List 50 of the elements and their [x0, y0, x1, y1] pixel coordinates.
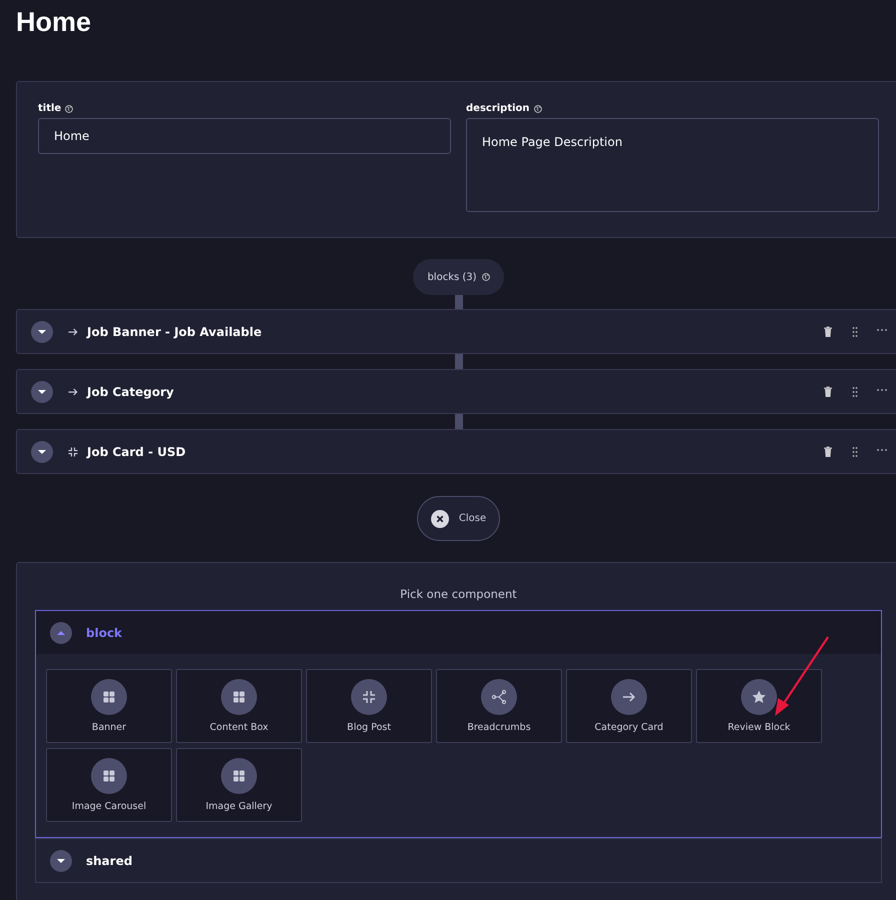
arrow-icon	[67, 386, 79, 398]
caret-icon	[38, 328, 46, 334]
globe-icon	[65, 104, 74, 112]
share-icon	[481, 679, 517, 715]
block-name: Job Banner - Job Available	[87, 324, 263, 338]
text-area[interactable]: Home Page Description	[466, 118, 879, 212]
grid-icon	[221, 679, 257, 715]
component-tile[interactable]: Content Box	[176, 669, 302, 743]
expand-toggle[interactable]	[50, 850, 72, 872]
expand-toggle[interactable]	[31, 320, 53, 342]
component-tile[interactable]: Breadcrumbs	[436, 669, 562, 743]
grid-icon	[221, 758, 257, 794]
component-tile[interactable]: Image Carousel	[46, 748, 172, 822]
block-name: Job Category	[87, 384, 175, 398]
trash-icon[interactable]	[822, 326, 834, 338]
grid-icon	[91, 679, 127, 715]
close-icon	[430, 510, 449, 528]
globe-icon	[482, 273, 490, 281]
block-name: Job Card - USD	[87, 444, 187, 458]
component-tile[interactable]: Image Gallery	[176, 748, 302, 822]
trash-icon[interactable]	[822, 386, 834, 398]
component-tile[interactable]: Blog Post	[306, 669, 432, 743]
component-tile[interactable]: Review Block	[696, 669, 822, 743]
block-row[interactable]: Job Card - USD	[16, 429, 896, 474]
caret-icon	[57, 630, 65, 636]
field-label: title	[38, 103, 62, 114]
caret-icon	[57, 858, 65, 864]
block-row[interactable]: Job Category	[16, 369, 896, 414]
globe-icon	[534, 104, 542, 112]
input-field[interactable]: Home	[38, 118, 451, 154]
grid-icon	[91, 758, 127, 794]
block-row[interactable]: Job Banner - Job Available	[16, 309, 896, 354]
compress-icon	[351, 679, 387, 715]
caret-icon	[38, 388, 46, 394]
caret-icon	[38, 448, 46, 454]
blocks-count: blocks (3)	[427, 272, 477, 282]
arrow-icon	[67, 326, 79, 338]
page-title: Home	[16, 6, 92, 39]
component-tile[interactable]: Banner	[46, 669, 172, 743]
compress-icon	[67, 446, 79, 458]
component-tile[interactable]: Category Card	[566, 669, 692, 743]
expand-toggle[interactable]	[31, 380, 53, 402]
expand-toggle[interactable]	[31, 440, 53, 462]
picker-title: Pick one component	[399, 587, 518, 601]
close-button[interactable]: Close	[416, 496, 500, 541]
field-label: description	[466, 103, 530, 114]
group-name[interactable]: block	[86, 626, 122, 640]
expand-toggle[interactable]	[50, 622, 72, 644]
group-name[interactable]: shared	[86, 854, 132, 868]
trash-icon[interactable]	[822, 446, 834, 458]
